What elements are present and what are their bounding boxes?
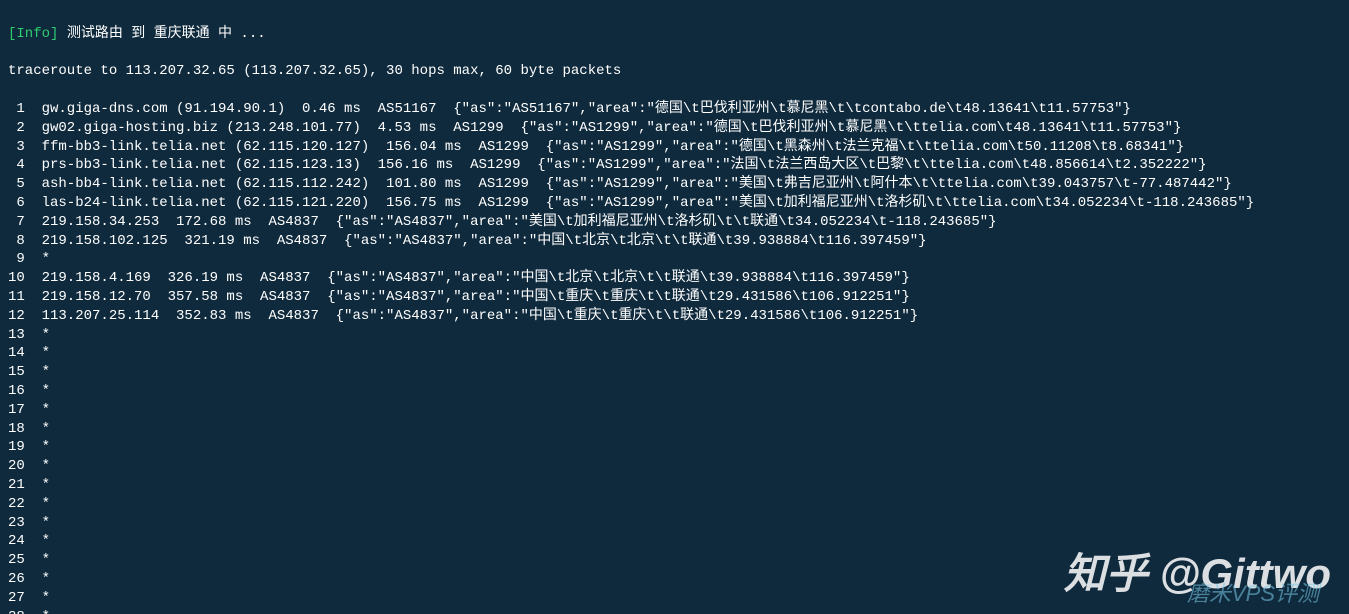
- info-line: [Info] 测试路由 到 重庆联通 中 ...: [8, 25, 1341, 44]
- trace-header: traceroute to 113.207.32.65 (113.207.32.…: [8, 62, 1341, 81]
- info-text: 测试路由 到 重庆联通 中 ...: [58, 26, 265, 42]
- hops-container: 1 gw.giga-dns.com (91.194.90.1) 0.46 ms …: [8, 101, 1254, 614]
- info-tag: [Info]: [8, 26, 58, 42]
- terminal-output: [Info] 测试路由 到 重庆联通 中 ... traceroute to 1…: [0, 0, 1349, 614]
